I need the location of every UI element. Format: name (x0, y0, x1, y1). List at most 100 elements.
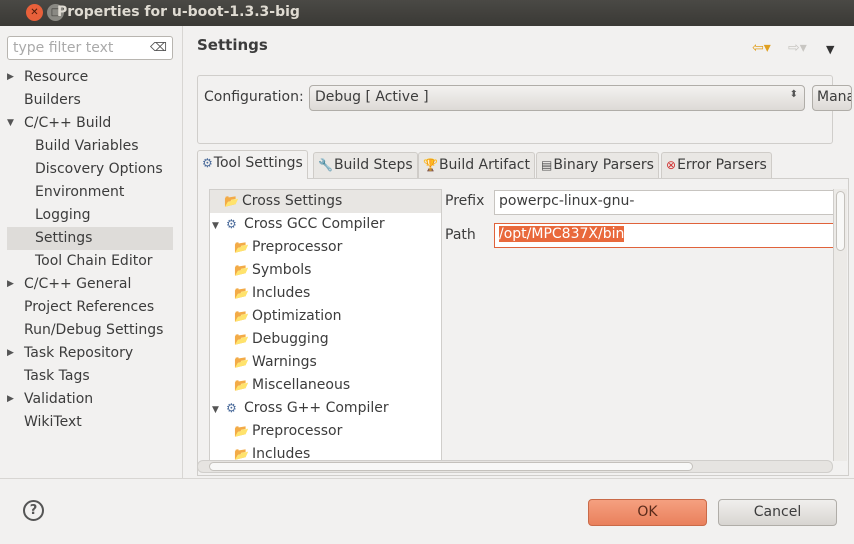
vertical-scroll-thumb[interactable] (836, 191, 845, 251)
sidebar-item[interactable]: Discovery Options (7, 158, 173, 181)
clear-icon[interactable]: ⌫ (150, 40, 167, 54)
tree-item[interactable]: 📂 Symbols (210, 259, 441, 282)
title-bar: ✕ □ Properties for u-boot-1.3.3-big (0, 0, 854, 26)
sidebar-item[interactable]: Logging (7, 204, 173, 227)
sidebar-item-label: C/C++ Build (24, 115, 112, 131)
tab-label: Binary Parsers (553, 157, 654, 173)
folder-icon: 📂 (234, 332, 249, 346)
cancel-button[interactable]: Cancel (718, 499, 837, 526)
horizontal-scrollbar[interactable] (197, 460, 833, 473)
trophy-icon: 🏆 (423, 158, 438, 172)
sidebar-item-label: Tool Chain Editor (35, 253, 153, 269)
tab-label: Build Artifact (438, 157, 530, 173)
sidebar-item-label: Run/Debug Settings (24, 322, 164, 338)
sidebar-item[interactable]: Tool Chain Editor (7, 250, 173, 273)
tree-item-label: Warnings (252, 354, 317, 370)
tree-item[interactable]: 📂 Optimization (210, 305, 441, 328)
tree-item-label: Debugging (252, 331, 329, 347)
window-title: Properties for u-boot-1.3.3-big (57, 4, 300, 20)
folder-icon: 📂 (234, 355, 249, 369)
tab-build-steps[interactable]: 🔧Build Steps (313, 152, 418, 178)
folder-icon: 📂 (234, 240, 249, 254)
filter-input[interactable]: type filter text ⌫ (7, 36, 173, 60)
tab-label: Error Parsers (677, 157, 767, 173)
sidebar-item[interactable]: Run/Debug Settings (7, 319, 173, 342)
configuration-select[interactable]: Debug [ Active ] ⬍ (309, 85, 805, 111)
collapsed-arrow-icon[interactable]: ▶ (7, 66, 14, 89)
tab-build-artifact[interactable]: 🏆Build Artifact (418, 152, 535, 178)
tree-item-label: Preprocessor (252, 239, 343, 255)
wrench-icon: 🔧 (318, 158, 333, 172)
back-arrow-icon[interactable]: ⇦▾ (752, 40, 771, 56)
sidebar-item[interactable]: ▼ C/C++ Build (7, 112, 173, 135)
tree-item[interactable]: 📂 Preprocessor (210, 236, 441, 259)
sidebar-item[interactable]: Task Tags (7, 365, 173, 388)
collapsed-arrow-icon[interactable]: ▶ (7, 388, 14, 411)
collapsed-arrow-icon[interactable]: ▶ (7, 273, 14, 296)
tree-item[interactable]: 📂 Warnings (210, 351, 441, 374)
sidebar-item[interactable]: Build Variables (7, 135, 173, 158)
path-value: /opt/MPC837X/bin (499, 226, 625, 242)
collapsed-arrow-icon[interactable]: ▶ (7, 342, 14, 365)
folder-icon: 📂 (234, 378, 249, 392)
folder-icon: 📂 (234, 263, 249, 277)
tree-item-label: Includes (252, 446, 311, 461)
prefix-input[interactable]: powerpc-linux-gnu- (494, 190, 834, 215)
tree-item[interactable]: 📂 Includes (210, 443, 441, 461)
sidebar-item[interactable]: Settings (7, 227, 173, 250)
sidebar-item-label: Task Repository (24, 345, 134, 361)
ok-button[interactable]: OK (588, 499, 707, 526)
sidebar-item-label: Settings (35, 230, 93, 246)
manage-configurations-button[interactable]: Manage Configurations... (812, 85, 852, 111)
tab-binary-parsers[interactable]: ▤Binary Parsers (536, 152, 659, 178)
sidebar-item[interactable]: Environment (7, 181, 173, 204)
close-icon[interactable]: ✕ (26, 4, 43, 21)
view-menu-icon[interactable]: ▼ (826, 43, 834, 56)
gear-icon: ⚙ (226, 401, 237, 415)
tree-item-label: Cross GCC Compiler (244, 216, 385, 232)
sidebar-item-label: WikiText (24, 414, 82, 430)
tree-item-label: Symbols (252, 262, 312, 278)
sidebar-item[interactable]: ▶ Task Repository (7, 342, 173, 365)
tree-item[interactable]: 📂 Preprocessor (210, 420, 441, 443)
tree-item-label: Includes (252, 285, 311, 301)
tab-label: Build Steps (333, 157, 413, 173)
folder-icon: 📂 (234, 424, 249, 438)
tree-item[interactable]: 📂 Cross Settings (210, 190, 441, 213)
tab-error-parsers[interactable]: ⊗Error Parsers (661, 152, 772, 178)
tree-item[interactable]: 📂 Miscellaneous (210, 374, 441, 397)
tree-item-label: Cross Settings (242, 193, 343, 209)
expanded-arrow-icon[interactable]: ▼ (212, 215, 226, 238)
gear-icon: ⚙ (202, 156, 213, 170)
sidebar-item[interactable]: Project References (7, 296, 173, 319)
prefix-label: Prefix (445, 193, 485, 209)
sidebar-item-label: Resource (24, 69, 89, 85)
tree-item[interactable]: ▼ ⚙ Cross GCC Compiler (210, 213, 441, 236)
sidebar-item-label: Project References (24, 299, 155, 315)
horizontal-scroll-thumb[interactable] (209, 462, 693, 471)
expanded-arrow-icon[interactable]: ▼ (7, 112, 14, 135)
tree-item-label: Miscellaneous (252, 377, 351, 393)
help-icon[interactable]: ? (23, 500, 44, 521)
folder-icon: 📂 (234, 309, 249, 323)
binary-icon: ▤ (541, 158, 553, 172)
tree-item[interactable]: 📂 Debugging (210, 328, 441, 351)
vertical-scrollbar[interactable] (833, 189, 847, 461)
expanded-arrow-icon[interactable]: ▼ (212, 399, 226, 422)
sidebar-item[interactable]: WikiText (7, 411, 173, 434)
tree-item-label: Optimization (252, 308, 342, 324)
sidebar: type filter text ⌫ ▶ Resource Builders ▼ C/C… (0, 26, 183, 478)
sidebar-item[interactable]: ▶ Resource (7, 66, 173, 89)
forward-arrow-icon[interactable]: ⇨▾ (788, 40, 807, 56)
tab-tool-settings[interactable]: ⚙Tool Settings (197, 150, 308, 179)
tree-item[interactable]: ▼ ⚙ Cross G++ Compiler (210, 397, 441, 420)
sidebar-item[interactable]: Builders (7, 89, 173, 112)
path-input[interactable]: /opt/MPC837X/bin (494, 223, 834, 248)
sidebar-item-label: Logging (35, 207, 91, 223)
error-icon: ⊗ (666, 158, 677, 172)
sidebar-item[interactable]: ▶ Validation (7, 388, 173, 411)
sidebar-item[interactable]: ▶ C/C++ General (7, 273, 173, 296)
tree-item-label: Cross G++ Compiler (244, 400, 389, 416)
tree-item[interactable]: 📂 Includes (210, 282, 441, 305)
folder-icon: 📂 (234, 286, 249, 300)
